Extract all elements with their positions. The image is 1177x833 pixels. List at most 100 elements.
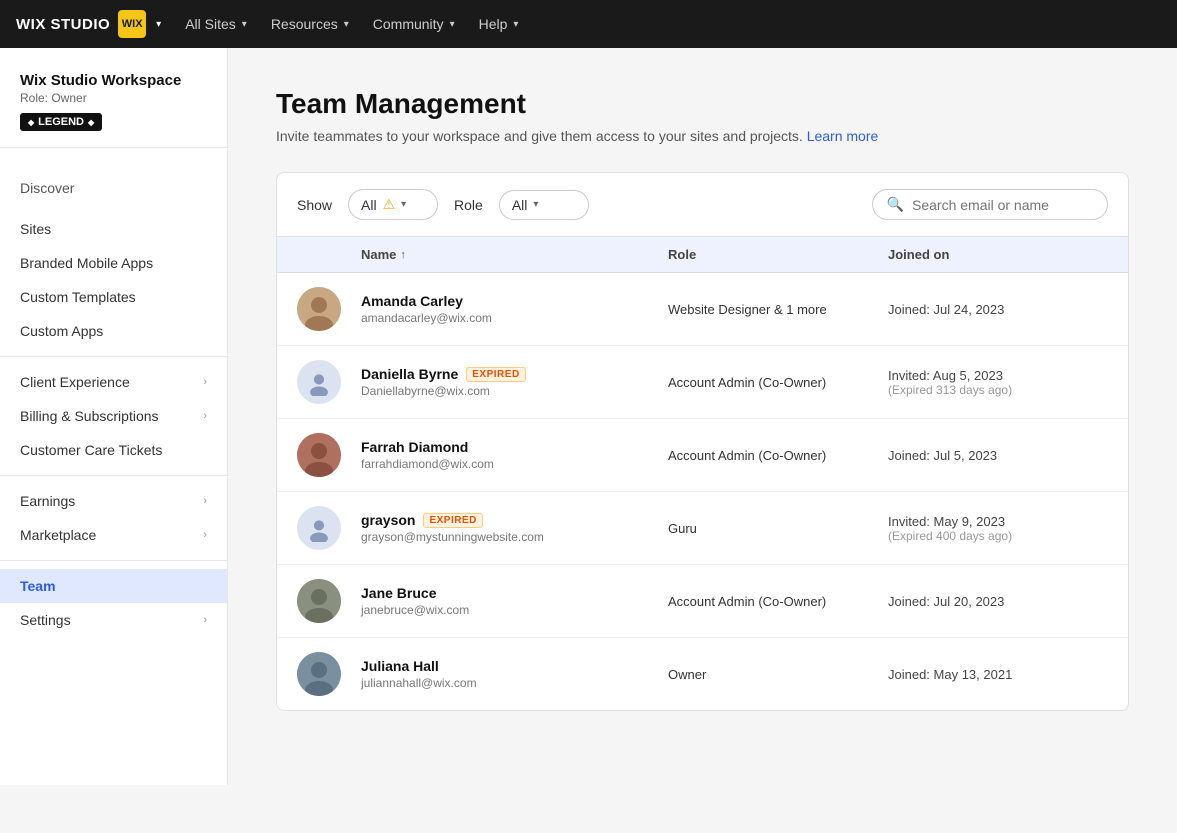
resources-nav[interactable]: Resources ▾ <box>271 16 349 32</box>
show-filter-caret-icon: ▾ <box>401 199 406 210</box>
legend-badge: ◆ LEGEND ◆ <box>20 113 102 131</box>
all-sites-nav[interactable]: All Sites ▾ <box>185 16 247 32</box>
diamond-left-icon: ◆ <box>28 118 34 127</box>
avatar <box>297 506 361 550</box>
member-email: grayson@mystunningwebsite.com <box>361 530 668 544</box>
member-email: janebruce@wix.com <box>361 603 668 617</box>
member-role: Account Admin (Co-Owner) <box>668 375 888 390</box>
avatar <box>297 360 361 404</box>
member-email: amandacarley@wix.com <box>361 311 668 325</box>
member-name: Farrah Diamond <box>361 439 668 455</box>
member-info: Farrah Diamond farrahdiamond@wix.com <box>361 439 668 471</box>
member-email: farrahdiamond@wix.com <box>361 457 668 471</box>
community-nav[interactable]: Community ▾ <box>373 16 455 32</box>
member-joined: Joined: Jul 20, 2023 <box>888 594 1108 609</box>
sidebar-item-sites[interactable]: Sites <box>0 212 227 246</box>
member-role: Account Admin (Co-Owner) <box>668 594 888 609</box>
role-filter-value: All <box>512 197 528 213</box>
table-header: Name ↑ Role Joined on <box>277 237 1128 273</box>
expired-badge: EXPIRED <box>423 513 482 528</box>
sidebar-divider-3 <box>0 560 227 561</box>
sidebar-item-branded-mobile-apps[interactable]: Branded Mobile Apps <box>0 246 227 280</box>
member-joined: Joined: Jul 24, 2023 <box>888 302 1108 317</box>
filters-row: Show All ⚠ ▾ Role All ▾ 🔍 <box>276 172 1129 236</box>
member-info: Juliana Hall juliannahall@wix.com <box>361 658 668 690</box>
all-sites-chevron-icon: ▾ <box>242 19 247 30</box>
search-icon: 🔍 <box>887 196 904 213</box>
member-email: juliannahall@wix.com <box>361 676 668 690</box>
name-column-header[interactable]: Name ↑ <box>361 247 668 262</box>
search-input[interactable] <box>912 197 1093 213</box>
main-content: Team Management Invite teammates to your… <box>228 48 1177 785</box>
member-role: Guru <box>668 521 888 536</box>
show-filter-dropdown[interactable]: All ⚠ ▾ <box>348 189 438 220</box>
member-name: grayson EXPIRED <box>361 512 668 528</box>
member-info: Amanda Carley amandacarley@wix.com <box>361 293 668 325</box>
member-joined: Joined: May 13, 2021 <box>888 667 1108 682</box>
avatar <box>297 652 361 696</box>
sidebar-item-earnings[interactable]: Earnings › <box>0 484 227 518</box>
joined-column-header: Joined on <box>888 247 1108 262</box>
role-column-header: Role <box>668 247 888 262</box>
help-nav[interactable]: Help ▾ <box>479 16 519 32</box>
member-role: Website Designer & 1 more <box>668 302 888 317</box>
sidebar-divider <box>0 356 227 357</box>
member-info: Daniella Byrne EXPIRED Daniellabyrne@wix… <box>361 366 668 398</box>
workspace-name: Wix Studio Workspace <box>20 72 207 89</box>
client-experience-chevron-icon: › <box>203 376 207 388</box>
top-navigation: WIX STUDIO WIX ▾ All Sites ▾ Resources ▾… <box>0 0 1177 48</box>
member-joined: Invited: Aug 5, 2023 (Expired 313 days a… <box>888 368 1108 397</box>
help-chevron-icon: ▾ <box>513 19 518 30</box>
sidebar-item-custom-templates[interactable]: Custom Templates <box>0 280 227 314</box>
marketplace-chevron-icon: › <box>203 529 207 541</box>
table-row: Jane Bruce janebruce@wix.com Account Adm… <box>277 565 1128 638</box>
table-row: grayson EXPIRED grayson@mystunningwebsit… <box>277 492 1128 565</box>
search-box[interactable]: 🔍 <box>872 189 1108 220</box>
page-title: Team Management <box>276 88 1129 120</box>
brand-chevron-icon: ▾ <box>156 19 161 30</box>
discover-label: Discover <box>0 172 227 204</box>
role-filter-dropdown[interactable]: All ▾ <box>499 190 589 220</box>
sidebar-item-team[interactable]: Team <box>0 569 227 603</box>
member-joined: Joined: Jul 5, 2023 <box>888 448 1108 463</box>
table-row: Farrah Diamond farrahdiamond@wix.com Acc… <box>277 419 1128 492</box>
show-label: Show <box>297 197 332 213</box>
member-joined: Invited: May 9, 2023 (Expired 400 days a… <box>888 514 1108 543</box>
workspace-role: Role: Owner <box>20 91 207 105</box>
sidebar-discover-section: Discover <box>0 164 227 212</box>
member-info: grayson EXPIRED grayson@mystunningwebsit… <box>361 512 668 544</box>
avatar <box>297 287 361 331</box>
sidebar-item-client-experience[interactable]: Client Experience › <box>0 365 227 399</box>
settings-chevron-icon: › <box>203 614 207 626</box>
avatar <box>297 579 361 623</box>
sidebar-item-billing-subscriptions[interactable]: Billing & Subscriptions › <box>0 399 227 433</box>
resources-chevron-icon: ▾ <box>344 19 349 30</box>
wix-studio-wordmark: WIX STUDIO <box>16 16 110 33</box>
sidebar-divider-2 <box>0 475 227 476</box>
member-name: Jane Bruce <box>361 585 668 601</box>
name-sort-icon: ↑ <box>400 249 406 261</box>
sidebar-item-settings[interactable]: Settings › <box>0 603 227 637</box>
avatar <box>297 433 361 477</box>
role-filter-caret-icon: ▾ <box>533 199 538 210</box>
member-name: Daniella Byrne EXPIRED <box>361 366 668 382</box>
member-role: Account Admin (Co-Owner) <box>668 448 888 463</box>
diamond-right-icon: ◆ <box>88 118 94 127</box>
team-table: Name ↑ Role Joined on <box>276 236 1129 711</box>
sidebar-item-customer-care-tickets[interactable]: Customer Care Tickets <box>0 433 227 467</box>
earnings-chevron-icon: › <box>203 495 207 507</box>
sidebar-item-custom-apps[interactable]: Custom Apps <box>0 314 227 348</box>
community-chevron-icon: ▾ <box>450 19 455 30</box>
billing-subscriptions-chevron-icon: › <box>203 410 207 422</box>
learn-more-link[interactable]: Learn more <box>807 128 879 144</box>
expired-badge: EXPIRED <box>466 367 525 382</box>
member-role: Owner <box>668 667 888 682</box>
workspace-section: Wix Studio Workspace Role: Owner ◆ LEGEN… <box>0 72 227 148</box>
table-row: Amanda Carley amandacarley@wix.com Websi… <box>277 273 1128 346</box>
show-filter-value: All <box>361 197 377 213</box>
page-subtitle: Invite teammates to your workspace and g… <box>276 128 1129 144</box>
member-name: Amanda Carley <box>361 293 668 309</box>
member-info: Jane Bruce janebruce@wix.com <box>361 585 668 617</box>
sidebar-item-marketplace[interactable]: Marketplace › <box>0 518 227 552</box>
brand-logo[interactable]: WIX STUDIO WIX ▾ <box>16 10 161 38</box>
